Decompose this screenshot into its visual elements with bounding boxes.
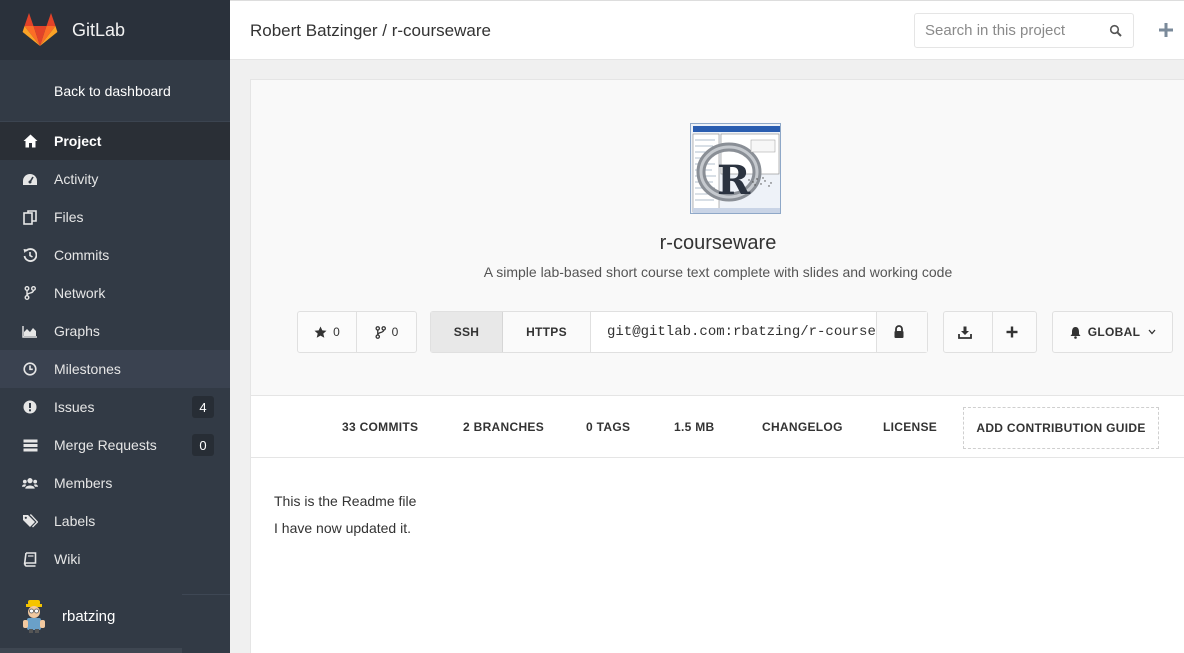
avatar [20, 598, 48, 634]
changelog-link[interactable]: CHANGELOG [762, 420, 843, 434]
tags-link[interactable]: 0 TAGS [586, 420, 630, 434]
sidebar-item-members[interactable]: Members [0, 464, 230, 502]
sidebar-item-merge-requests[interactable]: Merge Requests 0 [0, 426, 230, 464]
https-button[interactable]: HTTPS [503, 312, 591, 352]
code-fork-icon [22, 285, 38, 301]
license-link[interactable]: LICENSE [883, 420, 937, 434]
brand[interactable]: GitLab [0, 0, 230, 60]
merge-requests-count-badge: 0 [192, 434, 214, 456]
sidebar-item-label: Issues [54, 399, 95, 415]
add-button[interactable] [993, 312, 1036, 352]
sidebar-item-graphs[interactable]: Graphs [0, 312, 230, 350]
gitlab-logo-icon [22, 13, 58, 46]
sidebar-item-label: Milestones [54, 361, 121, 377]
project-title: r-courseware [659, 232, 777, 254]
download-button[interactable] [944, 312, 993, 352]
star-icon [314, 326, 327, 338]
dashboard-icon [22, 171, 38, 187]
users-icon [22, 475, 38, 491]
sidebar-item-issues[interactable]: Issues 4 [0, 388, 230, 426]
ssh-label: SSH [453, 325, 480, 339]
sidebar-item-labels[interactable]: Labels [0, 502, 230, 540]
readme-line: I have now updated it. [274, 520, 411, 536]
sidebar-item-files[interactable]: Files [0, 198, 230, 236]
sidebar-item-label: Merge Requests [54, 437, 157, 453]
sidebar-item-label: Project [54, 133, 102, 149]
star-fork-group: 0 0 [297, 311, 417, 353]
exclamation-circle-icon [22, 399, 38, 415]
project-stats-bar: 33 COMMITS 2 BRANCHES 0 TAGS 1.5 MB CHAN… [251, 396, 1184, 458]
repo-size: 1.5 MB [674, 420, 715, 434]
search-box [914, 13, 1134, 48]
home-icon [22, 133, 38, 149]
svg-text:R: R [717, 157, 751, 204]
files-icon [22, 209, 38, 225]
breadcrumb[interactable]: Robert Batzinger / r-courseware [250, 21, 491, 41]
sidebar-item-label: Wiki [54, 551, 81, 567]
sidebar-item-label: Network [54, 285, 106, 301]
project-card: R r-courseware A simple lab-based short … [250, 79, 1184, 653]
divider [182, 594, 230, 595]
sidebar-item-label: Commits [54, 247, 110, 263]
clone-lock-button[interactable] [877, 312, 927, 352]
sidebar-item-activity[interactable]: Activity [0, 160, 230, 198]
area-chart-icon [22, 323, 38, 339]
code-fork-icon [375, 325, 386, 339]
fork-count: 0 [391, 325, 399, 339]
sidebar-item-label: Members [54, 475, 113, 491]
bell-icon [1070, 326, 1081, 339]
star-count: 0 [333, 325, 340, 339]
back-to-dashboard-link[interactable]: Back to dashboard [0, 60, 230, 122]
sidebar-item-wiki[interactable]: Wiki [0, 540, 230, 578]
new-project-plus-icon[interactable] [1158, 22, 1174, 38]
plus-icon [1006, 326, 1017, 338]
sidebar-scrollbar[interactable] [0, 648, 182, 653]
app-title: GitLab [72, 19, 126, 40]
clone-panel: SSH HTTPS [430, 311, 928, 353]
project-description: A simple lab-based short course text com… [483, 264, 953, 280]
tasks-icon [22, 437, 38, 453]
book-icon [22, 551, 38, 567]
sidebar: GitLab Back to dashboard Project Activit… [0, 0, 230, 653]
project-avatar: R [690, 123, 781, 214]
add-contribution-guide-button[interactable]: ADD CONTRIBUTION GUIDE [963, 407, 1159, 449]
readme-line: This is the Readme file [274, 493, 417, 509]
branches-link[interactable]: 2 BRANCHES [463, 420, 544, 434]
readme-content: This is the Readme file I have now updat… [274, 488, 416, 542]
sidebar-item-network[interactable]: Network [0, 274, 230, 312]
sidebar-item-milestones[interactable]: Milestones [0, 350, 230, 388]
chevron-down-icon [1148, 329, 1156, 335]
clone-url-input[interactable] [591, 312, 877, 352]
issues-count-badge: 4 [192, 396, 214, 418]
user-menu[interactable]: rbatzing [0, 594, 230, 636]
sidebar-nav: Project Activity Files Commits Network G… [0, 122, 230, 578]
sidebar-item-label: Labels [54, 513, 96, 529]
history-icon [22, 247, 38, 263]
username: rbatzing [62, 607, 116, 625]
sidebar-item-label: Graphs [54, 323, 100, 339]
sidebar-item-commits[interactable]: Commits [0, 236, 230, 274]
search-icon[interactable] [1109, 24, 1123, 38]
download-icon [958, 326, 972, 339]
clock-icon [22, 361, 38, 377]
commits-link[interactable]: 33 COMMITS [342, 420, 418, 434]
sidebar-item-label: Files [54, 209, 84, 225]
ssh-button[interactable]: SSH [431, 312, 503, 352]
star-button[interactable]: 0 [298, 312, 357, 352]
top-header: Robert Batzinger / r-courseware [230, 0, 1184, 60]
project-hero: R r-courseware A simple lab-based short … [251, 80, 1184, 396]
lock-icon [894, 325, 904, 338]
notification-level-label: GLOBAL [1087, 325, 1141, 339]
sidebar-item-project[interactable]: Project [0, 122, 230, 160]
sidebar-item-label: Activity [54, 171, 99, 187]
back-to-dashboard-label: Back to dashboard [54, 82, 171, 99]
tags-icon [22, 513, 38, 529]
notification-dropdown: GLOBAL [1052, 311, 1173, 353]
add-contribution-guide-label: ADD CONTRIBUTION GUIDE [976, 421, 1146, 435]
notification-level-button[interactable]: GLOBAL [1053, 312, 1172, 352]
fork-button[interactable]: 0 [357, 312, 416, 352]
download-add-group [943, 311, 1037, 353]
search-input[interactable] [915, 14, 1095, 47]
https-label: HTTPS [526, 325, 567, 339]
